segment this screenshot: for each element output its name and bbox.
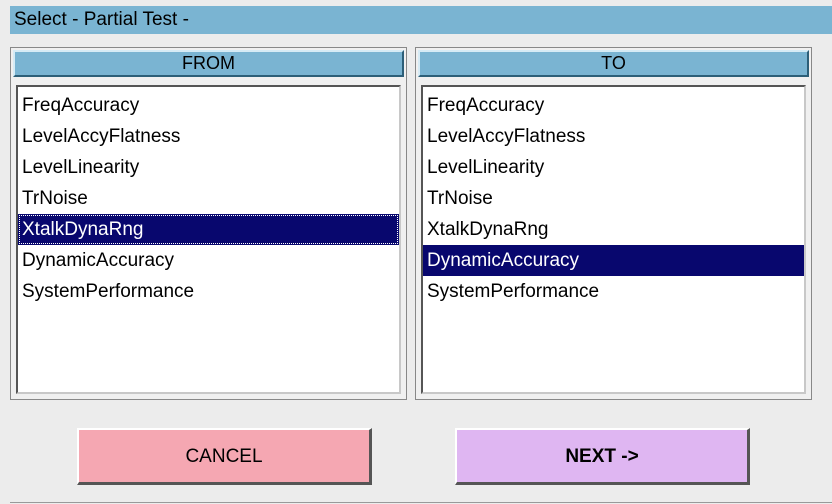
from-item-systemperformance[interactable]: SystemPerformance xyxy=(18,276,399,307)
to-item-levelaccyflatness[interactable]: LevelAccyFlatness xyxy=(423,121,804,152)
to-header: TO xyxy=(418,50,809,77)
from-item-xtalkdynarng[interactable]: XtalkDynaRng xyxy=(18,214,399,245)
from-item-freqaccuracy[interactable]: FreqAccuracy xyxy=(18,90,399,121)
bottom-divider xyxy=(10,502,832,503)
window-title: Select - Partial Test - xyxy=(10,6,832,34)
cancel-button[interactable]: CANCEL xyxy=(77,428,372,485)
to-item-levellinearity[interactable]: LevelLinearity xyxy=(423,152,804,183)
from-item-levelaccyflatness[interactable]: LevelAccyFlatness xyxy=(18,121,399,152)
to-item-freqaccuracy[interactable]: FreqAccuracy xyxy=(423,90,804,121)
to-panel: TO FreqAccuracy LevelAccyFlatness LevelL… xyxy=(415,47,812,400)
from-item-dynamicaccuracy[interactable]: DynamicAccuracy xyxy=(18,245,399,276)
to-item-dynamicaccuracy[interactable]: DynamicAccuracy xyxy=(423,245,804,276)
from-listbox[interactable]: FreqAccuracy LevelAccyFlatness LevelLine… xyxy=(16,85,401,394)
next-button[interactable]: NEXT -> xyxy=(455,428,750,485)
from-item-trnoise[interactable]: TrNoise xyxy=(18,183,399,214)
from-panel: FROM FreqAccuracy LevelAccyFlatness Leve… xyxy=(10,47,407,400)
to-listbox[interactable]: FreqAccuracy LevelAccyFlatness LevelLine… xyxy=(421,85,806,394)
from-header: FROM xyxy=(13,50,404,77)
to-item-xtalkdynarng[interactable]: XtalkDynaRng xyxy=(423,214,804,245)
to-item-systemperformance[interactable]: SystemPerformance xyxy=(423,276,804,307)
from-item-levellinearity[interactable]: LevelLinearity xyxy=(18,152,399,183)
to-item-trnoise[interactable]: TrNoise xyxy=(423,183,804,214)
